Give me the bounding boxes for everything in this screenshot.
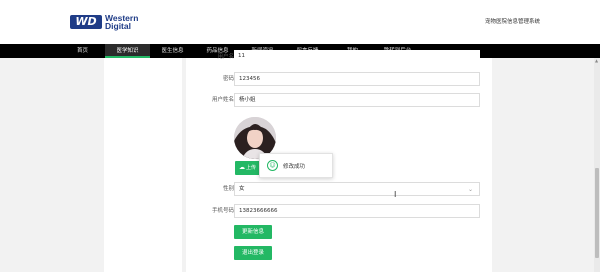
scroll-up-icon[interactable]: ▲ xyxy=(595,58,598,63)
password-label: 密码 xyxy=(222,76,234,82)
username-field[interactable]: 11 xyxy=(234,50,480,64)
logo[interactable]: WD Western Digital xyxy=(70,14,138,30)
site-title: 宠物医院信息管理系统 xyxy=(484,19,540,25)
nav-item-medical-knowledge[interactable]: 医学知识 xyxy=(105,44,150,58)
nav-item-home[interactable]: 首页 xyxy=(60,44,105,58)
phone-field[interactable]: 13823666666 xyxy=(234,204,480,218)
password-field[interactable]: 123456 xyxy=(234,72,480,86)
name-label: 用户姓名 xyxy=(211,97,234,103)
upload-label: 上传 xyxy=(246,165,257,171)
cloud-upload-icon: ☁ xyxy=(239,164,245,171)
phone-row: 手机号码 13823666666 xyxy=(186,204,492,218)
profile-form: 用户名 11 密码 123456 用户姓名 杨小姐 ☁上传 ☺ 修改成功 性别 … xyxy=(186,50,492,272)
update-button[interactable]: 更新信息 xyxy=(234,225,272,239)
gender-label: 性别 xyxy=(222,186,234,192)
name-row: 用户姓名 杨小姐 xyxy=(186,93,492,107)
gender-row: 性别 女 ⌄ xyxy=(186,182,492,196)
header: WD Western Digital 宠物医院信息管理系统 xyxy=(0,0,600,44)
toast-message: 修改成功 xyxy=(283,163,306,170)
phone-label: 手机号码 xyxy=(211,208,234,214)
username-row: 用户名 11 xyxy=(186,50,492,64)
toast: ☺ 修改成功 xyxy=(259,153,333,178)
sidebar xyxy=(104,58,182,272)
logo-text: Western Digital xyxy=(105,14,138,31)
page-scrollbar[interactable]: ▲ xyxy=(594,58,600,272)
name-field[interactable]: 杨小姐 xyxy=(234,93,480,107)
username-label: 用户名 xyxy=(217,54,234,60)
logout-button[interactable]: 退出登录 xyxy=(234,246,272,260)
logo-line-2: Digital xyxy=(105,21,131,31)
text-cursor-icon: I xyxy=(394,190,397,199)
smile-icon: ☺ xyxy=(267,160,278,171)
gender-value: 女 xyxy=(239,186,245,192)
chevron-down-icon: ⌄ xyxy=(467,186,473,193)
scroll-thumb[interactable] xyxy=(595,168,599,258)
logo-mark: WD xyxy=(70,15,102,29)
password-row: 密码 123456 xyxy=(186,72,492,86)
gender-select[interactable]: 女 ⌄ xyxy=(234,182,480,196)
